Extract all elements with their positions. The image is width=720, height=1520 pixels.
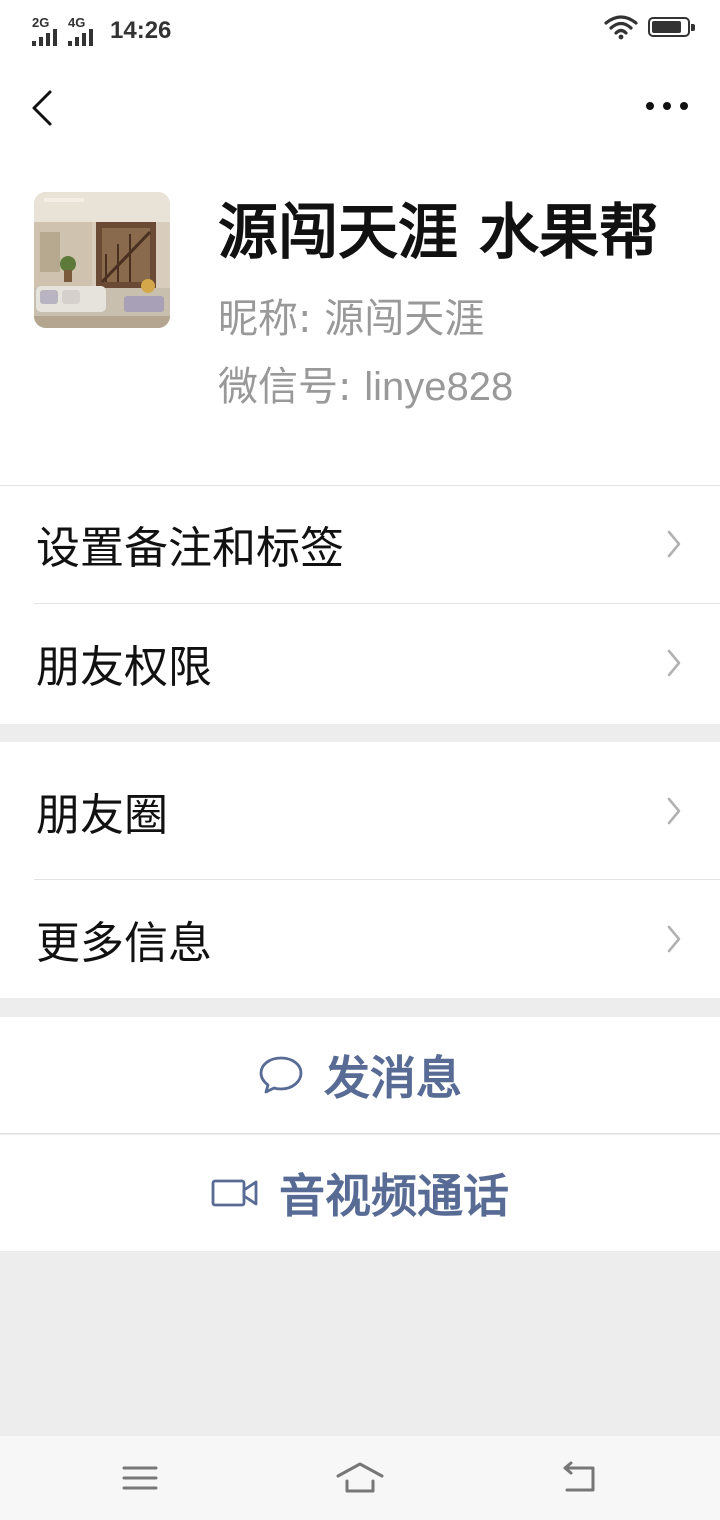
- menu-group-1: 设置备注和标签 朋友权限: [0, 485, 720, 724]
- send-message-label: 发消息: [324, 1051, 462, 1105]
- chevron-right-icon: [667, 925, 681, 952]
- wifi-icon: [604, 15, 638, 40]
- home-icon[interactable]: [335, 1456, 385, 1500]
- menu-item-more-info[interactable]: 更多信息: [0, 879, 720, 998]
- nickname: 昵称: 源闯天涯: [218, 294, 484, 344]
- menu-icon[interactable]: [115, 1456, 165, 1500]
- network-4g-indicator: 4G: [68, 16, 100, 46]
- video-call-button[interactable]: 音视频通话: [0, 1135, 720, 1251]
- menu-item-label: 设置备注和标签: [36, 523, 344, 574]
- wechat-id-label: 微信号:: [218, 364, 352, 410]
- more-options-button[interactable]: [644, 94, 690, 118]
- nickname-label: 昵称:: [218, 296, 312, 342]
- system-nav-bar: [0, 1436, 720, 1520]
- wechat-id-value: linye828: [364, 365, 514, 409]
- battery-fill: [652, 21, 681, 33]
- signal-bars-icon: [68, 29, 93, 46]
- status-left: 2G 4G 14:26: [32, 10, 171, 46]
- avatar[interactable]: [34, 192, 170, 328]
- network-2g-indicator: 2G: [32, 16, 64, 46]
- menu-item-label: 朋友圈: [36, 789, 168, 841]
- signal-bars-icon: [32, 29, 57, 46]
- video-call-label: 音视频通话: [279, 1169, 509, 1223]
- network-4g-label: 4G: [68, 15, 86, 30]
- menu-item-friend-permissions[interactable]: 朋友权限: [0, 603, 720, 723]
- status-right: [604, 14, 695, 40]
- video-camera-icon: [211, 1179, 258, 1207]
- display-name: 源闯天涯 水果帮: [218, 198, 659, 268]
- menu-item-label: 更多信息: [36, 917, 212, 969]
- nickname-value: 源闯天涯: [324, 296, 485, 342]
- network-2g-label: 2G: [32, 15, 50, 30]
- menu-item-moments[interactable]: 朋友圈: [0, 742, 720, 879]
- profile-header: 源闯天涯 水果帮 昵称: 源闯天涯 微信号: linye828: [0, 58, 720, 485]
- divider: [0, 1133, 720, 1134]
- chevron-right-icon: [667, 797, 681, 824]
- menu-item-label: 朋友权限: [36, 642, 212, 693]
- back-button[interactable]: [22, 86, 66, 130]
- back-nav-icon[interactable]: [555, 1456, 605, 1500]
- status-bar: 2G 4G 14:26: [0, 0, 720, 58]
- menu-item-remarks-tags[interactable]: 设置备注和标签: [0, 485, 720, 603]
- clock: 14:26: [110, 17, 172, 44]
- battery-icon: [648, 17, 695, 37]
- send-message-button[interactable]: 发消息: [0, 1017, 720, 1133]
- chat-bubble-icon: [259, 1056, 303, 1094]
- chevron-right-icon: [667, 530, 681, 558]
- chevron-right-icon: [667, 649, 681, 677]
- wechat-id: 微信号: linye828: [218, 362, 513, 412]
- menu-group-2: 朋友圈 更多信息: [0, 742, 720, 998]
